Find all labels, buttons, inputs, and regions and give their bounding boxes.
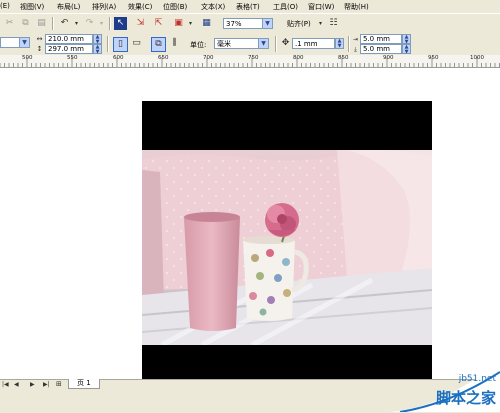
launcher-dropdown-icon[interactable]: ▾: [184, 17, 197, 30]
page-width-field[interactable]: 210.0 mm: [45, 34, 93, 44]
menu-edit[interactable]: (E): [0, 2, 10, 10]
chevron-down-icon[interactable]: ▼: [262, 19, 272, 28]
page-width-value: 210.0 mm: [48, 35, 84, 43]
chevron-down-icon[interactable]: ▼: [19, 38, 29, 47]
duplicate-y-value: 5.0 mm: [363, 45, 390, 53]
watermark-site: jb51.net: [458, 374, 496, 384]
page-tab[interactable]: 页 1: [68, 379, 100, 389]
nudge-icon: ✥: [281, 38, 290, 48]
search-content-icon[interactable]: ↖: [114, 17, 127, 30]
previous-page-icon[interactable]: ◀: [14, 381, 19, 388]
add-page-icon[interactable]: ⊞: [56, 380, 62, 388]
ruler-label: 800: [293, 55, 304, 61]
landscape-icon[interactable]: ▭: [130, 37, 143, 50]
bitmap-image[interactable]: [142, 101, 432, 391]
zoom-level-select[interactable]: 37% ▼: [223, 18, 273, 29]
ruler-label: 550: [67, 55, 78, 61]
duplicate-y-field[interactable]: 5.0 mm: [360, 44, 402, 54]
menu-help[interactable]: 帮助(H): [344, 2, 369, 12]
ruler-label: 1000: [470, 55, 484, 61]
current-page-icon[interactable]: ⫼: [168, 37, 181, 50]
watermark-brand: 脚本之家: [435, 389, 496, 407]
snap-to-label[interactable]: 贴齐(P): [287, 19, 311, 29]
paste-icon[interactable]: ▤: [35, 17, 48, 30]
menu-table[interactable]: 表格(T): [236, 2, 260, 12]
menu-arrange[interactable]: 排列(A): [92, 2, 116, 12]
property-bar: ▼ ↔ 210.0 mm ▲ ▼ ↕ 297.0 mm ▲ ▼ ▯ ▭ ⧉ ⫼ 单位…: [0, 33, 500, 56]
snap-dropdown-icon[interactable]: ▾: [314, 17, 327, 30]
toolbar-separator: [52, 17, 53, 30]
chevron-down-icon[interactable]: ▼: [258, 39, 268, 48]
photo-illustration: [142, 150, 432, 345]
next-page-icon[interactable]: ▶: [30, 381, 35, 388]
duplicate-y-spinner[interactable]: ▲ ▼: [402, 44, 411, 55]
all-pages-icon[interactable]: ⧉: [151, 37, 166, 52]
page-height-value: 297.0 mm: [48, 45, 84, 53]
ruler-label: 700: [203, 55, 214, 61]
nudge-distance-value: .1 mm: [295, 40, 318, 48]
ruler-label: 850: [338, 55, 349, 61]
zoom-level-value: 37%: [226, 20, 242, 28]
page-width-spinner[interactable]: ▲ ▼: [93, 34, 102, 45]
last-page-icon[interactable]: ▶|: [43, 381, 50, 388]
menu-view[interactable]: 视图(V): [20, 2, 44, 12]
units-select[interactable]: 毫米 ▼: [214, 38, 269, 49]
menu-bitmaps[interactable]: 位图(B): [163, 2, 187, 12]
ruler-label: 500: [22, 55, 33, 61]
copy-icon[interactable]: ⧉: [19, 17, 32, 30]
menu-text[interactable]: 文本(X): [201, 2, 225, 12]
menu-tools[interactable]: 工具(O): [273, 2, 298, 12]
cut-icon[interactable]: ✂: [3, 17, 16, 30]
toolbar-separator: [275, 36, 276, 52]
units-label: 单位:: [190, 41, 207, 49]
paper-type-select[interactable]: ▼: [0, 37, 30, 48]
horizontal-ruler[interactable]: 500 550 600 650 700 750 800 850 900 950 …: [0, 55, 500, 68]
menu-bar: (E) 视图(V) 布局(L) 排列(A) 效果(C) 位图(B) 文本(X) …: [0, 0, 500, 13]
undo-dropdown-icon[interactable]: ▾: [70, 17, 83, 30]
export-icon[interactable]: ⇱: [152, 17, 165, 30]
nudge-spinner[interactable]: ▲ ▼: [335, 38, 344, 49]
units-value: 毫米: [217, 40, 231, 48]
duplicate-x-field[interactable]: 5.0 mm: [360, 34, 402, 44]
import-icon[interactable]: ⇲: [134, 17, 147, 30]
watermark: jb51.net 脚本之家: [390, 368, 500, 412]
page-height-spinner[interactable]: ▲ ▼: [93, 44, 102, 55]
standard-toolbar: ✂ ⧉ ▤ ↶ ▾ ↷ ▾ ↖ ⇲ ⇱ ▣ ▾ ▦ 37% ▼ 贴齐(P) ▾ …: [0, 13, 500, 34]
duplicate-x-spinner[interactable]: ▲ ▼: [402, 34, 411, 45]
menu-window[interactable]: 窗口(W): [308, 2, 334, 12]
ruler-label: 950: [428, 55, 439, 61]
welcome-screen-icon[interactable]: ▦: [200, 17, 213, 30]
page-height-field[interactable]: 297.0 mm: [45, 44, 93, 54]
portrait-icon[interactable]: ▯: [113, 37, 128, 52]
redo-dropdown-icon[interactable]: ▾: [95, 17, 108, 30]
options-icon[interactable]: ☷: [327, 17, 340, 30]
toolbar-separator: [109, 17, 110, 30]
duplicate-x-value: 5.0 mm: [363, 35, 390, 43]
ruler-label: 750: [248, 55, 259, 61]
ruler-label: 900: [383, 55, 394, 61]
first-page-icon[interactable]: |◀: [2, 381, 9, 388]
ruler-label: 600: [113, 55, 124, 61]
menu-effects[interactable]: 效果(C): [128, 2, 152, 12]
photo-scene: [142, 150, 432, 345]
menu-layout[interactable]: 布局(L): [57, 2, 80, 12]
ruler-label: 650: [158, 55, 169, 61]
nudge-distance-field[interactable]: .1 mm: [292, 38, 335, 49]
toolbar-separator: [107, 36, 108, 52]
